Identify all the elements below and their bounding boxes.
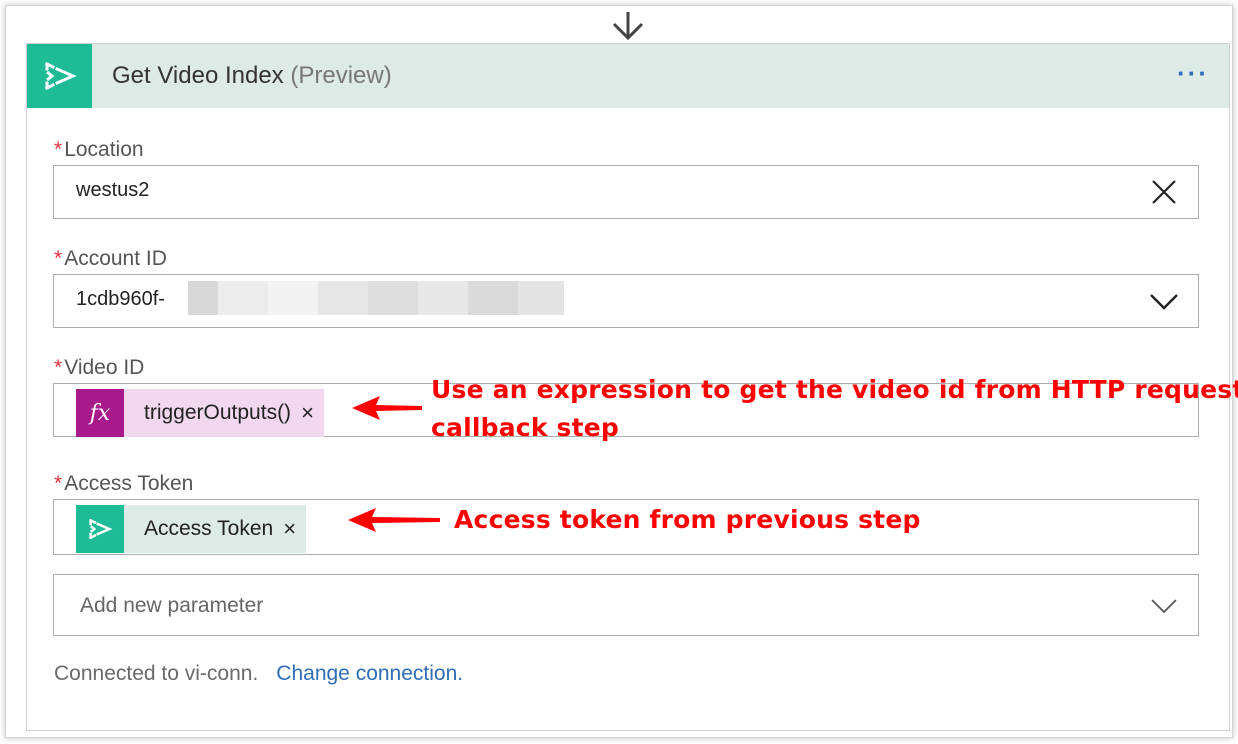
required-marker: * [54, 356, 63, 379]
required-marker: * [54, 472, 63, 495]
connection-info: Connected to vi-conn. Change connection. [54, 662, 463, 686]
video-id-annotation-line1: Use an expression to get the video id fr… [431, 375, 1238, 404]
chevron-down-icon[interactable] [1148, 285, 1180, 317]
designer-canvas: Get Video Index (Preview) ··· *Location … [5, 5, 1238, 738]
action-name: Get Video Index [112, 62, 284, 89]
fx-expression-icon: fx [76, 389, 124, 437]
dynamic-content-token[interactable]: Access Token × [76, 505, 307, 553]
dynamic-token-label: Access Token [144, 517, 274, 540]
account-id-value: 1cdb960f- [76, 288, 165, 310]
action-preview-tag: (Preview) [290, 62, 392, 89]
connection-status: Connected to vi-conn. [54, 662, 259, 685]
expression-token[interactable]: fx triggerOutputs() × [76, 389, 324, 437]
action-card-header[interactable]: Get Video Index (Preview) ··· [27, 44, 1229, 108]
add-new-parameter-dropdown[interactable]: Add new parameter [53, 574, 1199, 636]
location-value: westus2 [76, 179, 150, 201]
location-label-text: Location [64, 138, 144, 161]
chevron-down-icon[interactable] [1148, 589, 1180, 621]
expression-token-label: triggerOutputs() [144, 401, 292, 424]
more-options-icon[interactable]: ··· [1177, 58, 1209, 89]
action-title: Get Video Index (Preview) [112, 62, 392, 90]
location-label: *Location [54, 138, 144, 162]
account-id-field[interactable]: 1cdb960f- [53, 274, 1199, 328]
video-id-annotation-line2: callback step [431, 413, 620, 442]
account-id-label: *Account ID [54, 247, 167, 271]
add-new-parameter-placeholder: Add new parameter [80, 594, 264, 617]
required-marker: * [54, 138, 63, 161]
access-token-label-text: Access Token [64, 472, 194, 495]
clear-icon[interactable] [1148, 176, 1180, 208]
remove-token-icon[interactable]: × [299, 400, 324, 426]
change-connection-link[interactable]: Change connection. [276, 662, 463, 685]
video-id-label: *Video ID [54, 356, 144, 380]
account-id-label-text: Account ID [64, 247, 167, 270]
access-token-annotation: Access token from previous step [454, 505, 921, 534]
video-id-label-text: Video ID [64, 356, 145, 379]
location-field[interactable]: westus2 [53, 165, 1199, 219]
annotation-arrow-icon [352, 396, 422, 420]
remove-token-icon[interactable]: × [281, 516, 306, 542]
video-indexer-icon [27, 44, 92, 108]
annotation-arrow-icon [348, 508, 440, 532]
video-indexer-icon [76, 505, 124, 553]
required-marker: * [54, 247, 63, 270]
flow-connector-arrow-icon [612, 12, 644, 41]
access-token-label: *Access Token [54, 472, 193, 496]
video-id-annotation: Use an expression to get the video id fr… [431, 371, 1238, 447]
